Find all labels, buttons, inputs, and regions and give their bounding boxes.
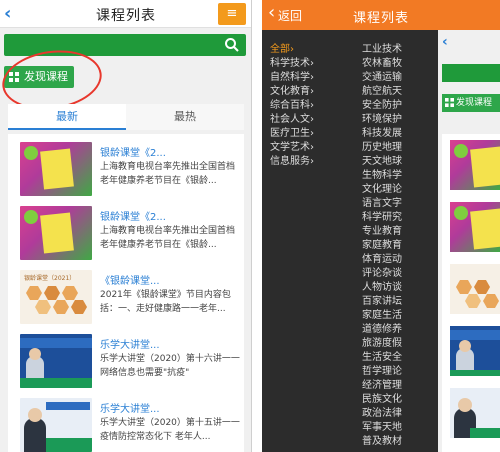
category-item[interactable]: 信息服务›	[270, 152, 314, 167]
subcategory-item[interactable]: 安全防护	[362, 96, 402, 111]
thumbnail-label: 银龄课堂（2021）	[24, 275, 76, 282]
subcategory-item[interactable]: 工业技术	[362, 40, 402, 55]
course-title[interactable]: 乐学大讲堂...	[100, 336, 240, 351]
course-description: 乐学大讲堂（2020）第十五讲一一疫情防控常态化下 老年人...	[100, 418, 240, 442]
subcategory-item[interactable]: 环境保护	[362, 110, 402, 125]
course-thumbnail	[20, 398, 92, 452]
course-title[interactable]: 银龄课堂《2...	[100, 208, 240, 223]
course-thumbnail	[450, 388, 500, 438]
tab-latest[interactable]: 最新	[8, 104, 126, 130]
underlying-page-peek[interactable]: ‹ 发现课程	[438, 30, 500, 452]
course-list: 银龄课堂《2... 上海教育电视台率先推出全国首档老年健康养老节目在《银龄...…	[8, 134, 244, 452]
right-header: ‹ 返回 课程列表	[262, 0, 500, 30]
subcategory-item[interactable]: 军事天地	[362, 418, 402, 433]
course-description: 2021年《银龄课堂》节目内容包括：一、走好健康路一一老年...	[100, 290, 231, 314]
category-item[interactable]: 文化教育›	[270, 82, 314, 97]
subcategory-item[interactable]: 科技发展	[362, 124, 402, 139]
course-title[interactable]: 《银龄课堂...	[100, 272, 240, 287]
left-phone-screen: ‹ 课程列表 ≡ 发现课程 最新 最热 银龄课堂《2... 上海教育电视台率先推…	[0, 0, 252, 452]
active-tab-indicator	[8, 128, 126, 130]
subcategory-item[interactable]: 民族文化	[362, 390, 402, 405]
left-header: ‹ 课程列表 ≡	[0, 0, 251, 28]
subcategory-item[interactable]: 生物科学	[362, 166, 402, 181]
course-list-item[interactable]: 银龄课堂（2021） 《银龄课堂... 2021年《银龄课堂》节目内容包括：一、…	[8, 266, 244, 330]
course-tabs: 最新 最热	[8, 104, 244, 130]
category-drawer: 全部› 科学技术› 自然科学› 文化教育› 综合百科› 社会人文› 医疗卫生› …	[262, 30, 438, 452]
course-thumbnail	[20, 334, 92, 388]
subcategory-item[interactable]: 经济管理	[362, 376, 402, 391]
course-thumbnail	[450, 326, 500, 376]
category-item[interactable]: 文学艺术›	[270, 138, 314, 153]
course-title[interactable]: 银龄课堂《2...	[100, 144, 240, 159]
scroll-edge	[244, 130, 251, 452]
category-item[interactable]: 科学技术›	[270, 54, 314, 69]
subcategory-item[interactable]: 人物访谈	[362, 278, 402, 293]
category-item[interactable]: 综合百科›	[270, 96, 314, 111]
course-thumbnail	[450, 140, 500, 190]
discover-courses-label: 发现课程	[456, 98, 493, 108]
subcategory-item[interactable]: 家庭教育	[362, 236, 402, 251]
course-description: 乐学大讲堂（2020）第十六讲一一网络信息也需要"抗疫"	[100, 354, 240, 378]
course-title[interactable]: 乐学大讲堂...	[100, 400, 240, 415]
page-title: 课程列表	[352, 11, 409, 26]
course-thumbnail	[450, 264, 500, 314]
subcategory-item[interactable]: 家庭生活	[362, 306, 402, 321]
category-item-all[interactable]: 全部›	[270, 40, 294, 55]
subcategory-item[interactable]: 政治法律	[362, 404, 402, 419]
category-item[interactable]: 自然科学›	[270, 68, 314, 83]
subcategory-item[interactable]: 农林畜牧	[362, 54, 402, 69]
subcategory-item[interactable]: 语言文字	[362, 194, 402, 209]
tab-hottest[interactable]: 最热	[126, 104, 244, 130]
course-thumbnail: 银龄课堂（2021）	[20, 270, 92, 324]
course-description: 上海教育电视台率先推出全国首档老年健康养老节目在《银龄...	[100, 162, 236, 186]
subcategory-item[interactable]: 历史地理	[362, 138, 402, 153]
back-chevron-icon: ‹	[442, 34, 448, 50]
page-title: 课程列表	[96, 8, 156, 24]
course-description: 上海教育电视台率先推出全国首档老年健康养老节目在《银龄...	[100, 226, 236, 250]
subcategory-item[interactable]: 旅游度假	[362, 334, 402, 349]
subcategory-item[interactable]: 科学研究	[362, 208, 402, 223]
course-thumbnail	[20, 142, 92, 196]
subcategory-item[interactable]: 评论杂谈	[362, 264, 402, 279]
course-list-item[interactable]: 银龄课堂《2... 上海教育电视台率先推出全国首档老年健康养老节目在《银龄...	[8, 138, 244, 202]
subcategory-item[interactable]: 航空航天	[362, 82, 402, 97]
course-list	[442, 134, 500, 452]
subcategory-item[interactable]: 百家讲坛	[362, 292, 402, 307]
search-bar	[442, 64, 500, 82]
course-thumbnail	[20, 206, 92, 260]
category-item[interactable]: 社会人文›	[270, 110, 314, 125]
course-list-item[interactable]: 乐学大讲堂... 乐学大讲堂（2020）第十五讲一一疫情防控常态化下 老年人..…	[8, 394, 244, 452]
subcategory-item[interactable]: 天文地球	[362, 152, 402, 167]
search-icon[interactable]	[224, 37, 240, 53]
course-thumbnail	[450, 202, 500, 252]
discover-courses-button: 发现课程	[442, 94, 500, 112]
subcategory-item[interactable]: 道德修养	[362, 320, 402, 335]
course-list-item[interactable]: 银龄课堂《2... 上海教育电视台率先推出全国首档老年健康养老节目在《银龄...	[8, 202, 244, 266]
menu-button[interactable]: ≡	[218, 3, 246, 25]
subcategory-item[interactable]: 哲学理论	[362, 362, 402, 377]
subcategory-item[interactable]: 体育运动	[362, 250, 402, 265]
category-item[interactable]: 医疗卫生›	[270, 124, 314, 139]
course-list-item[interactable]: 乐学大讲堂... 乐学大讲堂（2020）第十六讲一一网络信息也需要"抗疫"	[8, 330, 244, 394]
grid-icon	[445, 98, 454, 107]
right-phone-screen: ‹ 返回 课程列表 全部› 科学技术› 自然科学› 文化教育› 综合百科› 社会…	[262, 0, 500, 452]
screenshot-root: ‹ 课程列表 ≡ 发现课程 最新 最热 银龄课堂《2... 上海教育电视台率先推…	[0, 0, 500, 452]
subcategory-item[interactable]: 交通运输	[362, 68, 402, 83]
subcategory-item[interactable]: 生活安全	[362, 348, 402, 363]
subcategory-item[interactable]: 文化理论	[362, 180, 402, 195]
subcategory-item[interactable]: 普及教材	[362, 432, 402, 447]
subcategory-item[interactable]: 专业教育	[362, 222, 402, 237]
